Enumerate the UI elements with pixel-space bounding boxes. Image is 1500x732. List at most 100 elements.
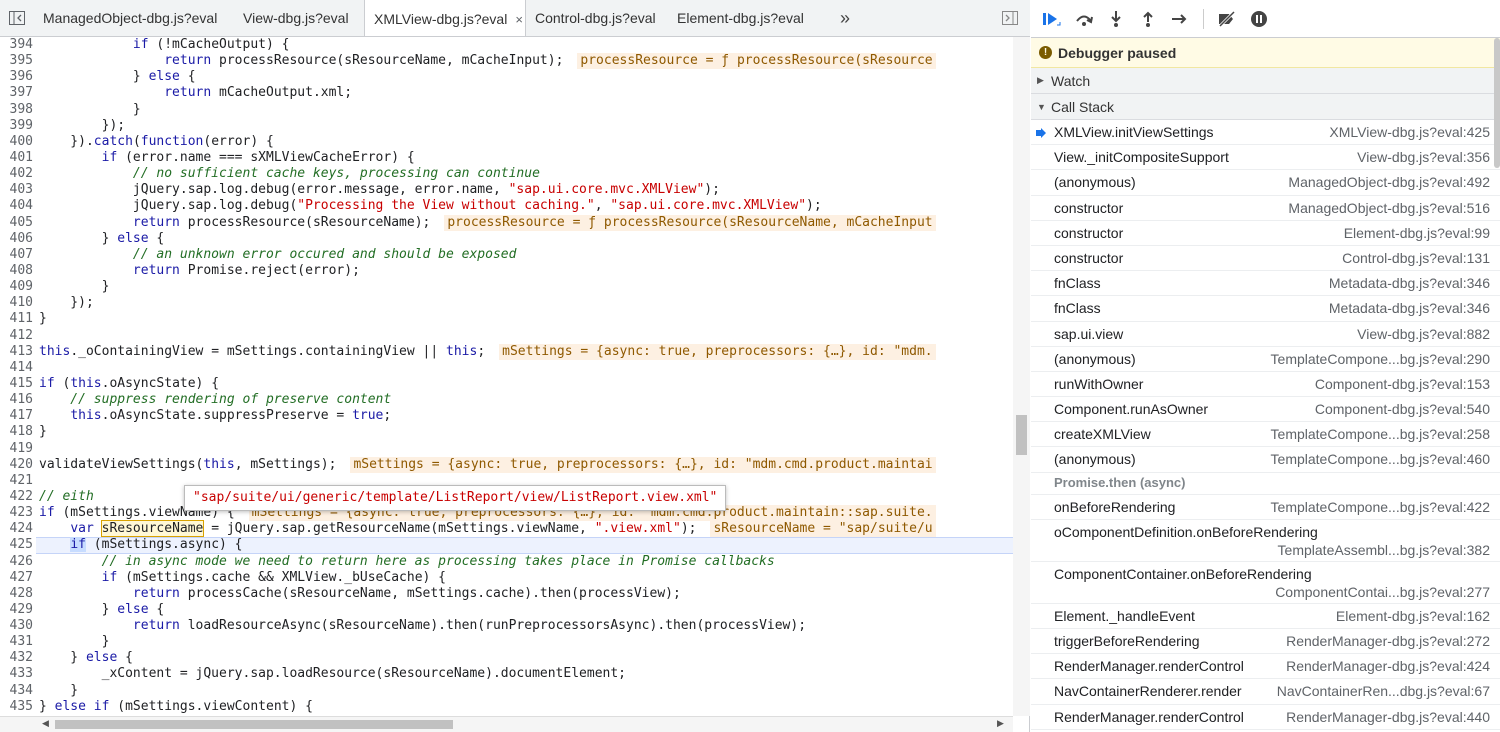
frame-location[interactable]: Element-dbg.js?eval:99	[1344, 225, 1490, 241]
code-line[interactable]: 435} else if (mSettings.viewContent) {	[0, 699, 1013, 715]
line-number[interactable]: 425	[0, 537, 33, 553]
more-tabs-icon[interactable]: »	[828, 0, 862, 36]
editor-vertical-scrollbar[interactable]	[1013, 37, 1030, 716]
code-line[interactable]: 402 // no sufficient cache keys, process…	[0, 166, 1013, 182]
code-line[interactable]: 428 return processCache(sResourceName, m…	[0, 586, 1013, 602]
code-line[interactable]: 400 }).catch(function(error) {	[0, 134, 1013, 150]
code-line[interactable]: 412	[0, 328, 1013, 344]
call-frame[interactable]: runWithOwner Component-dbg.js?eval:153	[1031, 372, 1500, 398]
frame-location[interactable]: Metadata-dbg.js?eval:346	[1329, 275, 1490, 291]
code-line[interactable]: 432 } else {	[0, 650, 1013, 666]
line-number[interactable]: 407	[0, 247, 33, 263]
line-number[interactable]: 429	[0, 602, 33, 618]
code-line[interactable]: 424 var sResourceName = jQuery.sap.getRe…	[0, 520, 1013, 538]
frame-location[interactable]: ManagedObject-dbg.js?eval:516	[1288, 200, 1490, 216]
frame-location[interactable]: Control-dbg.js?eval:131	[1342, 250, 1490, 266]
line-number[interactable]: 422	[0, 489, 33, 505]
line-number[interactable]: 415	[0, 376, 33, 392]
deactivate-breakpoints-icon[interactable]	[1216, 8, 1238, 30]
line-number[interactable]: 413	[0, 344, 33, 360]
call-frame[interactable]: RenderManager.renderControl RenderManager…	[1031, 705, 1500, 730]
call-frame[interactable]: createXMLView TemplateCompone...bg.js?eva…	[1031, 422, 1500, 448]
line-number[interactable]: 423	[0, 505, 33, 521]
line-number[interactable]: 411	[0, 311, 33, 327]
code-line[interactable]: 429 } else {	[0, 602, 1013, 618]
pause-on-exceptions-icon[interactable]	[1248, 8, 1270, 30]
code-line[interactable]: 410 });	[0, 295, 1013, 311]
toggle-debugger-icon[interactable]	[990, 0, 1030, 36]
call-frame[interactable]: RenderManager.renderControl RenderManager…	[1031, 654, 1500, 680]
line-number[interactable]: 395	[0, 53, 33, 69]
line-number[interactable]: 401	[0, 150, 33, 166]
frame-location[interactable]: Component-dbg.js?eval:153	[1315, 376, 1490, 392]
frame-location[interactable]: Element-dbg.js?eval:162	[1336, 608, 1490, 624]
code-line[interactable]: 405 return processResource(sResourceName…	[0, 214, 1013, 231]
code-line[interactable]: 430 return loadResourceAsync(sResourceNa…	[0, 618, 1013, 634]
tab-view[interactable]: View-dbg.js?eval	[234, 0, 364, 36]
toggle-navigator-icon[interactable]	[0, 0, 34, 36]
close-icon[interactable]: ×	[515, 12, 523, 27]
call-frame[interactable]: fnClass Metadata-dbg.js?eval:346	[1031, 271, 1500, 297]
call-frame[interactable]: View._initCompositeSupport View-dbg.js?ev…	[1031, 145, 1500, 171]
frame-location[interactable]: TemplateCompone...bg.js?eval:258	[1271, 426, 1490, 442]
scroll-right-icon[interactable]: ▶	[997, 718, 1004, 729]
code-line[interactable]: 403 jQuery.sap.log.debug(error.message, …	[0, 182, 1013, 198]
call-frame[interactable]: (anonymous) TemplateCompone...bg.js?eval:…	[1031, 447, 1500, 473]
code-line[interactable]: 431 }	[0, 634, 1013, 650]
code-line[interactable]: 426 // in async mode we need to return h…	[0, 554, 1013, 570]
code-line[interactable]: 396 } else {	[0, 69, 1013, 85]
frame-location[interactable]: TemplateCompone...bg.js?eval:422	[1271, 499, 1490, 515]
line-number[interactable]: 419	[0, 441, 33, 457]
line-number[interactable]: 433	[0, 666, 33, 682]
step-icon[interactable]	[1169, 8, 1191, 30]
code-line[interactable]: 404 jQuery.sap.log.debug("Processing the…	[0, 198, 1013, 214]
line-number[interactable]: 418	[0, 424, 33, 440]
line-number[interactable]: 430	[0, 618, 33, 634]
line-number[interactable]: 400	[0, 134, 33, 150]
scroll-thumb[interactable]	[1016, 415, 1027, 455]
frame-location[interactable]: RenderManager-dbg.js?eval:424	[1286, 658, 1490, 674]
line-number[interactable]: 406	[0, 231, 33, 247]
call-frame[interactable]: Component.runAsOwner Component-dbg.js?eva…	[1031, 397, 1500, 423]
editor-horizontal-scrollbar[interactable]: ◀ ▶	[0, 716, 1013, 732]
line-number[interactable]: 403	[0, 182, 33, 198]
call-frame[interactable]: XMLView.initViewSettings XMLView-dbg.js?e…	[1031, 120, 1500, 146]
code-line[interactable]: 401 if (error.name === sXMLViewCacheErro…	[0, 150, 1013, 166]
call-frame[interactable]: constructor Control-dbg.js?eval:131	[1031, 246, 1500, 272]
frame-location[interactable]: XMLView-dbg.js?eval:425	[1329, 124, 1490, 140]
line-number[interactable]: 435	[0, 699, 33, 715]
code-line[interactable]: 414	[0, 360, 1013, 376]
frame-location[interactable]: View-dbg.js?eval:882	[1357, 326, 1490, 342]
code-editor[interactable]: 394 if (!mCacheOutput) {395 return proce…	[0, 37, 1013, 716]
code-line[interactable]: 416 // suppress rendering of preserve co…	[0, 392, 1013, 408]
code-line[interactable]: 420 validateViewSettings(this, mSettings)…	[0, 456, 1013, 473]
line-number[interactable]: 421	[0, 473, 33, 489]
tab-control[interactable]: Control-dbg.js?eval	[526, 0, 668, 36]
line-number[interactable]: 414	[0, 360, 33, 376]
line-number[interactable]: 416	[0, 392, 33, 408]
code-line[interactable]: 418}	[0, 424, 1013, 440]
frame-location[interactable]: RenderManager-dbg.js?eval:272	[1286, 633, 1490, 649]
code-line[interactable]: 434 }	[0, 683, 1013, 699]
code-line[interactable]: 413 this._oContainingView = mSettings.con…	[0, 343, 1013, 360]
line-number[interactable]: 427	[0, 570, 33, 586]
code-line[interactable]: 398 }	[0, 102, 1013, 118]
call-frame[interactable]: NavContainerRenderer.render NavContainerR…	[1031, 679, 1500, 705]
code-line[interactable]: 409 }	[0, 279, 1013, 295]
resume-icon[interactable]	[1041, 8, 1063, 30]
frame-location[interactable]: ManagedObject-dbg.js?eval:492	[1288, 174, 1490, 190]
code-line[interactable]: 417 this.oAsyncState.suppressPreserve = …	[0, 408, 1013, 424]
line-number[interactable]: 417	[0, 408, 33, 424]
call-frame[interactable]: (anonymous) TemplateCompone...bg.js?eval:…	[1031, 347, 1500, 372]
line-number[interactable]: 434	[0, 683, 33, 699]
code-line[interactable]: 395 return processResource(sResourceName…	[0, 53, 1013, 70]
frame-location[interactable]: TemplateCompone...bg.js?eval:290	[1271, 351, 1490, 367]
line-number[interactable]: 396	[0, 69, 33, 85]
line-number[interactable]: 420	[0, 457, 33, 473]
step-into-icon[interactable]	[1105, 8, 1127, 30]
code-line[interactable]: 394 if (!mCacheOutput) {	[0, 37, 1013, 53]
line-number[interactable]: 426	[0, 554, 33, 570]
call-frame[interactable]: Element._handleEvent Element-dbg.js?eval:…	[1031, 604, 1500, 629]
frame-location[interactable]: NavContainerRen...dbg.js?eval:67	[1277, 683, 1490, 699]
sidebar-scrollbar[interactable]	[1494, 38, 1500, 168]
